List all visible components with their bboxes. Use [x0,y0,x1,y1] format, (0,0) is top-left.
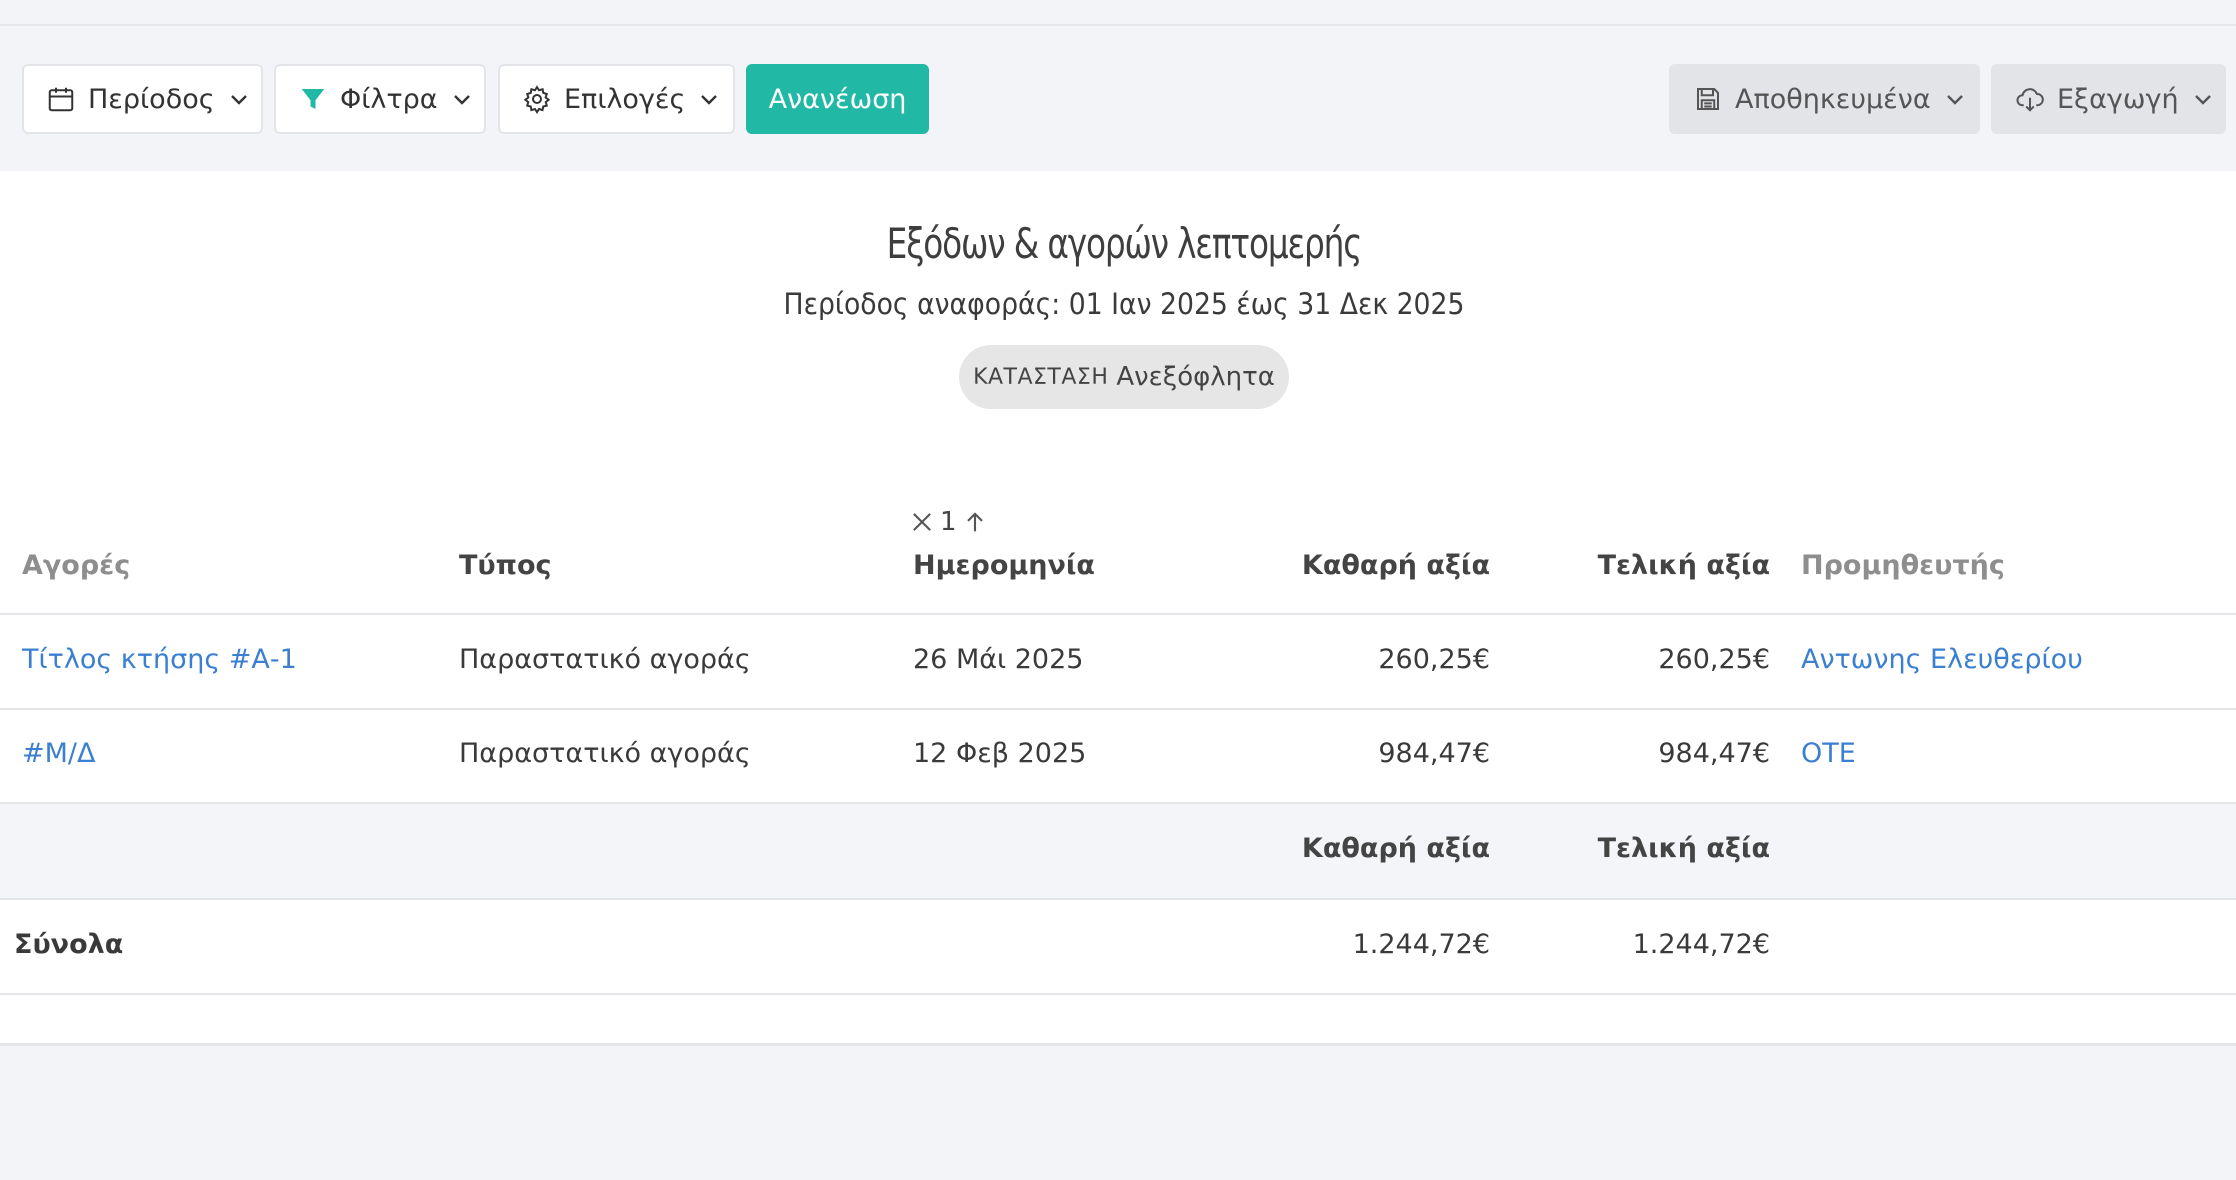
header-divider [0,613,2236,615]
totals-header-final: Τελική αξία [1597,833,1770,864]
status-key: ΚΑΤΑΣΤΑΣΗ [973,364,1109,390]
row-type: Παραστατικό αγοράς [459,644,751,675]
report-bottom-edge [0,1043,2236,1046]
saved-label: Αποθηκευμένα [1735,83,1931,115]
sort-index: 1 [940,507,957,537]
chevron-down-icon [450,87,474,111]
save-icon [1693,84,1723,114]
chevron-down-icon [2191,87,2215,111]
filter-icon [298,84,328,114]
status-filter-pill[interactable]: ΚΑΤΑΣΤΑΣΗ Ανεξόφλητα [959,345,1289,409]
period-label: Περίοδος [88,83,215,115]
saved-button[interactable]: Αποθηκευμένα [1669,64,1980,134]
calendar-icon [46,84,76,114]
cloud-download-icon [2015,84,2045,114]
gear-icon [522,84,552,114]
col-header-supplier[interactable]: Προμηθευτής [1801,550,2005,581]
row-net: 984,47€ [1378,738,1490,769]
period-button[interactable]: Περίοδος [22,64,263,134]
export-button[interactable]: Εξαγωγή [1991,64,2226,134]
filters-button[interactable]: Φίλτρα [274,64,486,134]
report-panel: Εξόδων & αγορών λεπτομερής Περίοδος αναφ… [0,171,2236,1044]
options-label: Επιλογές [564,83,686,115]
supplier-link[interactable]: ΟΤΕ [1801,738,1856,769]
col-header-purchases[interactable]: Αγορές [22,550,130,581]
table-bottom-divider [0,993,2236,995]
totals-header-net: Καθαρή αξία [1301,833,1490,864]
report-title: Εξόδων & αγορών λεπτομερής [886,219,1363,268]
options-button[interactable]: Επιλογές [498,64,735,134]
chevron-down-icon [697,87,721,111]
chevron-down-icon [227,87,251,111]
col-header-type[interactable]: Τύπος [459,550,552,581]
row-divider [0,708,2236,710]
chevron-down-icon [1943,87,1967,111]
purchase-link[interactable]: #Μ/Δ [22,738,96,769]
col-header-net[interactable]: Καθαρή αξία [1200,550,1490,581]
totals-label: Σύνολα [14,929,124,960]
row-divider [0,802,2236,804]
row-final: 260,25€ [1658,644,1770,675]
refresh-button[interactable]: Ανανέωση [746,64,929,134]
col-header-date[interactable]: Ημερομηνία [913,550,1095,581]
col-header-final[interactable]: Τελική αξία [1480,550,1770,581]
report-period: Περίοδος αναφοράς: 01 Ιαν 2025 έως 31 Δε… [783,287,1465,321]
sort-indicator: 1 [908,507,989,537]
row-net: 260,25€ [1378,644,1490,675]
row-date: 12 Φεβ 2025 [913,738,1087,769]
totals-header-band [0,803,2236,899]
arrow-up-icon[interactable] [961,508,989,536]
top-strip [0,0,2236,26]
filters-label: Φίλτρα [340,83,438,115]
totals-net: 1.244,72€ [1352,929,1490,960]
refresh-label: Ανανέωση [768,83,907,115]
clear-sort-icon[interactable] [908,508,936,536]
totals-final: 1.244,72€ [1632,929,1770,960]
row-final: 984,47€ [1658,738,1770,769]
row-divider [0,898,2236,900]
row-type: Παραστατικό αγοράς [459,738,751,769]
status-value: Ανεξόφλητα [1116,362,1275,392]
toolbar: Περίοδος Φίλτρα Επιλογές Ανανέωση Αποθηκ… [0,64,2236,134]
purchase-link[interactable]: Τίτλος κτήσης #Α-1 [22,644,297,675]
supplier-link[interactable]: Αντωνης Ελευθερίου [1801,644,2083,675]
row-date: 26 Μάι 2025 [913,644,1084,675]
export-label: Εξαγωγή [2057,83,2179,115]
